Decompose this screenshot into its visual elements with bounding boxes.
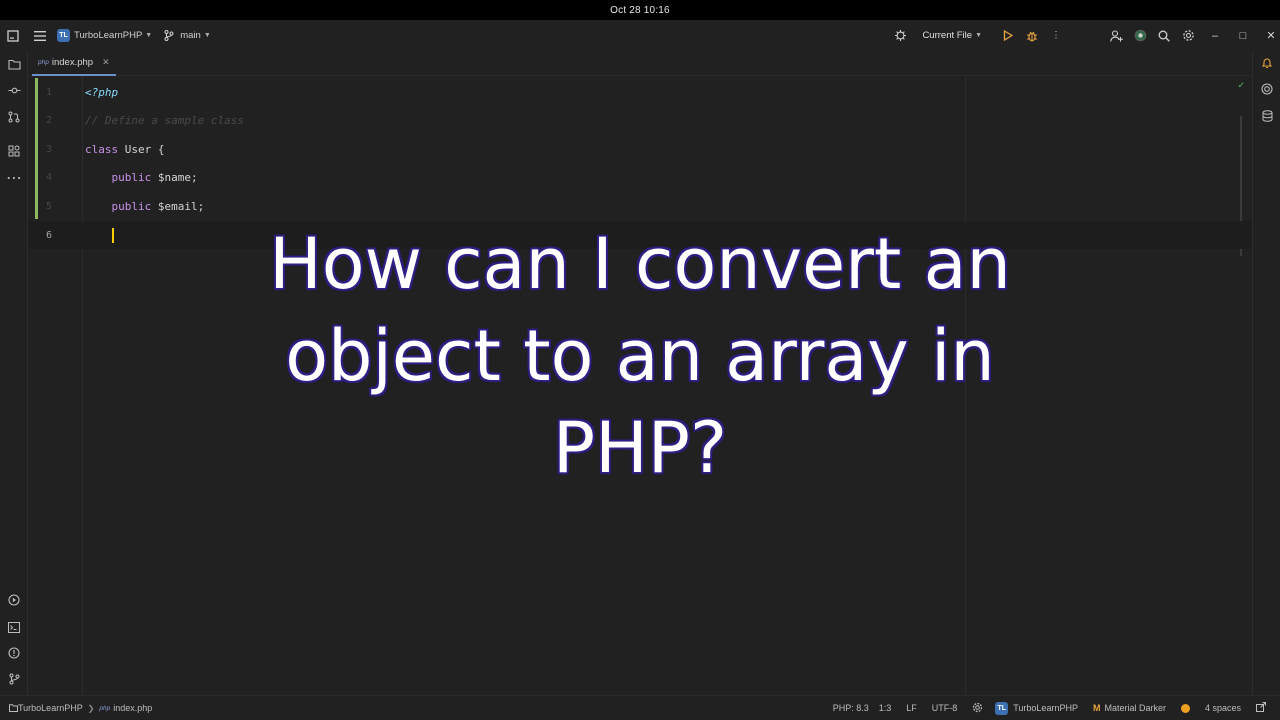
line-ending-widget[interactable]: LF [906, 703, 917, 713]
theme-name: Material Darker [1104, 703, 1166, 713]
code-line-2[interactable]: 2 // Define a sample class [28, 106, 1252, 134]
overlay-line-1: How can I convert an [268, 222, 1012, 306]
php-open-tag: <?php [85, 85, 119, 99]
maximize-window-button[interactable]: □ [1234, 30, 1252, 42]
theme-widget[interactable]: M Material Darker [1093, 703, 1166, 713]
project-widget[interactable]: TL TurboLearnPHP [995, 701, 1078, 715]
minimize-window-button[interactable]: – [1206, 30, 1224, 42]
line-number: 6 [45, 229, 52, 241]
title-bar: TL TurboLearnPHP ▼ main ▼ Current File ▼ [0, 20, 1280, 51]
terminal-icon[interactable] [6, 619, 22, 635]
text-caret [111, 227, 114, 243]
settings-gear-icon[interactable] [1180, 28, 1196, 44]
overlay-line-2: object to an array in [284, 314, 996, 398]
code-line-1[interactable]: 1 <?php [28, 78, 1252, 106]
right-tool-window-strip [1252, 51, 1280, 695]
project-badge[interactable]: TL [57, 29, 70, 42]
indent-widget[interactable]: 4 spaces [1205, 703, 1241, 713]
class-declaration: User { [118, 142, 165, 156]
project-switcher[interactable]: TurboLearnPHP [74, 30, 142, 41]
code-line-3[interactable]: 3 class User { [28, 135, 1252, 163]
close-tab-icon[interactable]: ✕ [102, 57, 110, 68]
close-window-button[interactable]: ✕ [1262, 29, 1280, 42]
run-configuration-selector[interactable]: Current File ▼ [922, 30, 982, 41]
code-comment: // Define a sample class [85, 113, 244, 127]
code-style-gear-icon[interactable] [972, 702, 983, 715]
git-icon[interactable] [6, 671, 22, 687]
chevron-down-icon: ▼ [975, 32, 982, 39]
overlay-line-3: PHP? [552, 406, 728, 490]
run-tool-window-icon[interactable] [6, 592, 22, 608]
breadcrumb-file[interactable]: index.php [113, 703, 152, 713]
line-number: 2 [45, 114, 52, 126]
line-number: 5 [45, 200, 52, 212]
add-user-icon[interactable] [1108, 28, 1124, 44]
material-theme-icon: M [1092, 703, 1101, 713]
property-name: $name; [151, 170, 198, 184]
keyword-class: class [85, 142, 119, 156]
more-tool-windows-icon[interactable]: ⋯ [6, 168, 22, 187]
run-icon[interactable] [1000, 28, 1016, 44]
property-email: $email; [151, 199, 205, 213]
status-indicator-dot[interactable] [1180, 703, 1190, 713]
line-number: 1 [45, 86, 52, 98]
run-configuration-label: Current File [922, 30, 973, 41]
status-bar: TurboLearnPHP ❯ php index.php PHP: 8.3 1… [0, 695, 1280, 720]
search-icon[interactable] [1156, 28, 1172, 44]
tab-index-php[interactable]: php index.php ✕ [32, 51, 116, 76]
chevron-right-icon: ❯ [87, 703, 95, 713]
git-branch-icon[interactable] [161, 28, 177, 44]
line-number: 4 [45, 171, 52, 183]
chevron-down-icon[interactable]: ▼ [145, 32, 152, 39]
more-actions-icon[interactable]: ⋮ [1048, 28, 1064, 44]
breadcrumb: TurboLearnPHP ❯ php index.php [8, 703, 152, 713]
debug-settings-icon[interactable] [892, 28, 908, 44]
code-line-5[interactable]: 5 public $email; [28, 192, 1252, 220]
os-top-bar: Oct 28 10:16 [0, 0, 1280, 20]
breadcrumb-project[interactable]: TurboLearnPHP [18, 703, 83, 713]
ai-assistant-icon[interactable] [1132, 28, 1148, 44]
project-folder-icon [8, 703, 18, 713]
left-tool-window-strip: ⋯ [0, 51, 28, 695]
php-file-icon: php [99, 704, 111, 712]
problems-icon[interactable] [6, 645, 22, 661]
php-file-icon: php [38, 59, 49, 66]
system-clock[interactable]: Oct 28 10:16 [610, 5, 670, 16]
main-menu-icon[interactable] [32, 28, 48, 44]
commit-icon[interactable] [6, 82, 22, 98]
project-folder-icon[interactable] [6, 56, 22, 72]
notifications-bell-icon[interactable] [1259, 55, 1275, 71]
keyword-public: public [111, 170, 152, 184]
cursor-position[interactable]: 1:3 [879, 703, 892, 713]
app-logo-icon[interactable] [6, 29, 20, 43]
editor-tab-bar: php index.php ✕ [28, 51, 1252, 76]
pull-requests-icon[interactable] [6, 109, 22, 125]
encoding-widget[interactable]: UTF-8 [932, 703, 958, 713]
branch-switcher[interactable]: main [180, 30, 201, 41]
line-number: 3 [45, 143, 52, 155]
database-icon[interactable] [1259, 108, 1275, 124]
tab-label: index.php [51, 57, 94, 68]
video-title-overlay: How can I convert an object to an array … [240, 218, 1040, 494]
chevron-down-icon[interactable]: ▼ [204, 32, 211, 39]
expand-icon[interactable] [1256, 702, 1266, 714]
code-line-4[interactable]: 4 public $name; [28, 163, 1252, 191]
ai-chat-icon[interactable] [1259, 81, 1275, 97]
structure-icon[interactable] [6, 143, 22, 159]
project-name: TurboLearnPHP [1013, 702, 1078, 713]
project-badge: TL [995, 701, 1009, 715]
keyword-public: public [111, 199, 152, 213]
debug-icon[interactable] [1024, 28, 1040, 44]
php-version-widget[interactable]: PHP: 8.3 [833, 703, 869, 713]
